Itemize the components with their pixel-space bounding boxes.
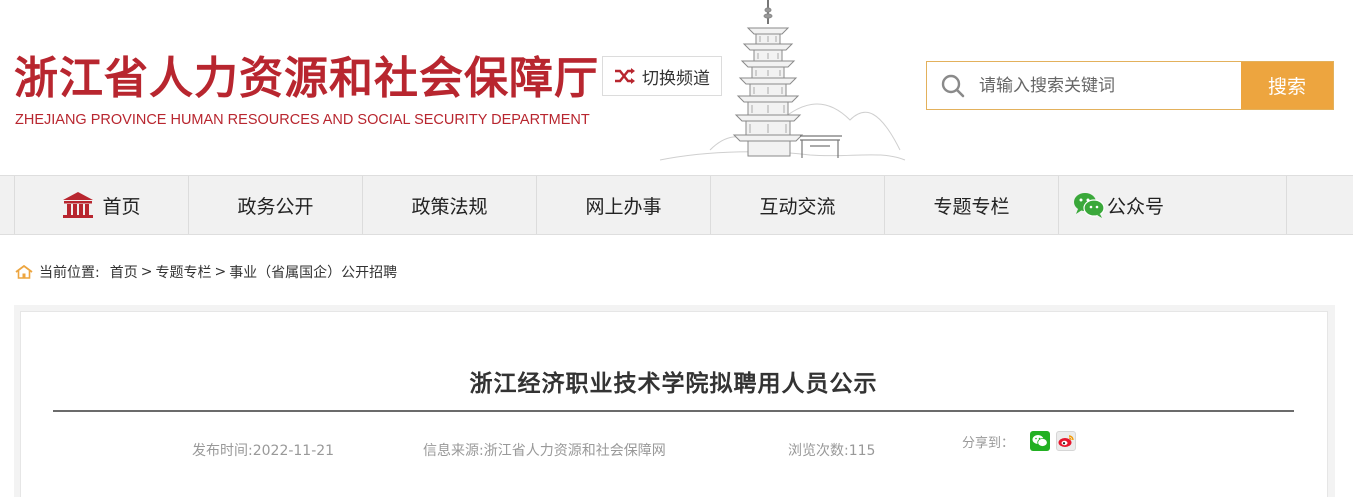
search-box: 搜索 bbox=[926, 61, 1334, 110]
breadcrumb-current-link[interactable]: 事业（省属国企）公开招聘 bbox=[229, 262, 397, 282]
nav-item-policies[interactable]: 政策法规 bbox=[363, 176, 537, 234]
article-title: 浙江经济职业技术学院拟聘用人员公示 bbox=[469, 371, 878, 397]
nav-item-special-topics[interactable]: 专题专栏 bbox=[885, 176, 1059, 234]
article-card bbox=[20, 311, 1328, 497]
breadcrumb-separator: > bbox=[140, 264, 153, 280]
wechat-icon bbox=[1074, 193, 1105, 218]
main-nav: 首页 政务公开 政策法规 网上办事 互动交流 专题专栏 公众号 bbox=[0, 175, 1353, 235]
breadcrumb-special-topics-link[interactable]: 专题专栏 bbox=[155, 262, 211, 282]
shuffle-icon bbox=[615, 68, 635, 84]
home-icon bbox=[63, 192, 94, 218]
nav-item-official-account[interactable]: 公众号 bbox=[1059, 176, 1287, 234]
site-header: 浙江省人力资源和社会保障厅 ZHEJIANG PROVINCE HUMAN RE… bbox=[0, 0, 1353, 175]
search-button[interactable]: 搜索 bbox=[1241, 62, 1333, 109]
nav-item-government-affairs[interactable]: 政务公开 bbox=[189, 176, 363, 234]
location-home-icon bbox=[15, 265, 33, 279]
nav-item-label: 首页 bbox=[102, 195, 141, 218]
nav-item-interaction[interactable]: 互动交流 bbox=[711, 176, 885, 234]
share-wechat-icon[interactable] bbox=[1030, 431, 1050, 451]
info-source: 信息来源:浙江省人力资源和社会保障网 bbox=[423, 443, 666, 459]
search-icon bbox=[927, 62, 979, 109]
breadcrumb-separator: > bbox=[214, 264, 227, 280]
view-count: 浏览次数:115 bbox=[788, 443, 876, 459]
nav-item-label: 公众号 bbox=[1107, 195, 1165, 218]
title-divider bbox=[53, 410, 1294, 412]
share-weibo-icon[interactable] bbox=[1056, 431, 1076, 451]
nav-item-home[interactable]: 首页 bbox=[15, 176, 189, 234]
search-input[interactable] bbox=[979, 62, 1241, 109]
site-title[interactable]: 浙江省人力资源和社会保障厅 bbox=[14, 42, 599, 106]
nav-item-online-services[interactable]: 网上办事 bbox=[537, 176, 711, 234]
breadcrumb-home-link[interactable]: 首页 bbox=[110, 262, 138, 282]
pagoda-illustration bbox=[659, 0, 906, 161]
site-subtitle: ZHEJIANG PROVINCE HUMAN RESOURCES AND SO… bbox=[15, 112, 590, 128]
breadcrumb: 当前位置: 首页 > 专题专栏 > 事业（省属国企）公开招聘 bbox=[15, 262, 397, 282]
breadcrumb-prefix: 当前位置: bbox=[39, 265, 100, 281]
publish-time: 发布时间:2022-11-21 bbox=[192, 443, 335, 459]
share-label: 分享到： bbox=[962, 436, 1015, 451]
